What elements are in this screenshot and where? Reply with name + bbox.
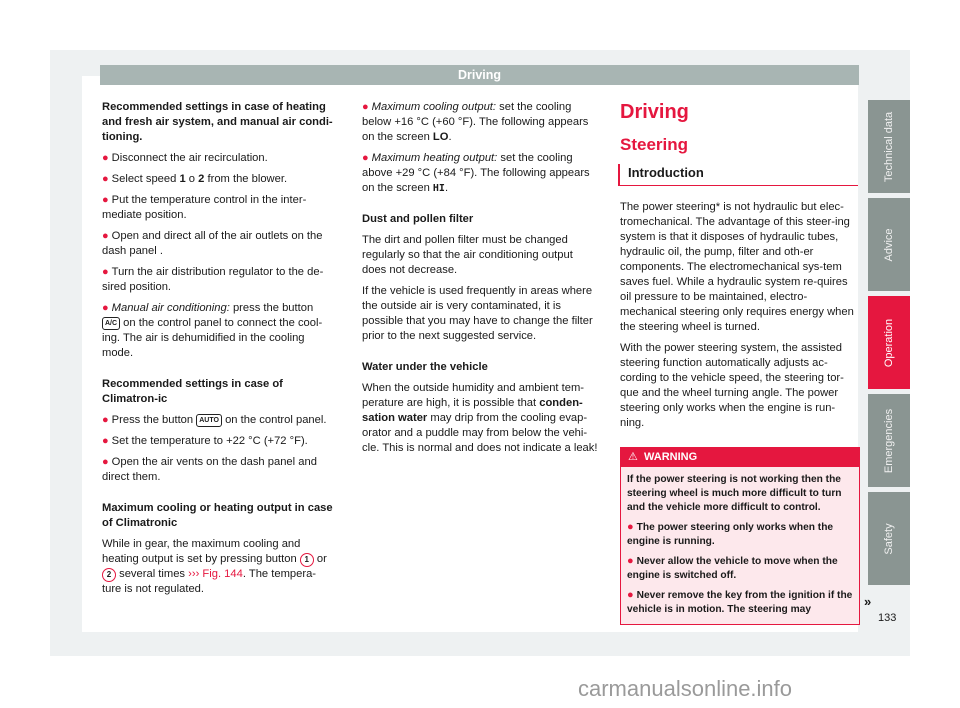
- heading-max-output: Maximum cooling or heating output in cas…: [102, 502, 333, 529]
- paragraph: The dirt and pollen filter must be chang…: [362, 234, 573, 276]
- tab-operation[interactable]: Operation: [868, 296, 910, 389]
- paragraph: The power steering* is not hydraulic but…: [620, 201, 854, 333]
- heading-water: Water under the vehicle: [362, 361, 488, 373]
- heading-dust-filter: Dust and pollen filter: [362, 213, 474, 225]
- continued-icon: »: [864, 594, 872, 609]
- list-item: ● Open the air vents on the dash panel an…: [102, 456, 317, 483]
- warning-header: ⚠ WARNING: [621, 448, 859, 467]
- warning-item: ● Never allow the vehicle to move when th…: [627, 555, 838, 581]
- list-item: ● Disconnect the air recirculation.: [102, 152, 268, 164]
- button-2-icon: 2: [102, 568, 116, 582]
- list-item: ● Maximum heating output: set the cooling…: [362, 152, 590, 194]
- list-item: ● Set the temperature to +22 °C (+72 °F).: [102, 435, 308, 447]
- column-1: Recommended settings in case of heating …: [102, 100, 334, 603]
- paragraph: With the power steering system, the assi…: [620, 342, 844, 429]
- section-subtitle: Steering: [620, 135, 689, 154]
- ac-button-icon: A/C: [102, 317, 121, 330]
- heading-manual-ac: Recommended settings in case of heating …: [102, 101, 333, 143]
- tab-emergencies[interactable]: Emergencies: [868, 394, 910, 487]
- button-1-icon: 1: [299, 553, 314, 567]
- auto-button-icon: AUTO: [196, 414, 222, 427]
- speed-2-icon: 2: [198, 173, 205, 185]
- tab-safety[interactable]: Safety: [868, 492, 910, 585]
- list-item: ● Put the temperature control in the inte…: [102, 194, 307, 221]
- warning-triangle-icon: ⚠: [628, 451, 638, 463]
- chapter-header: Driving: [100, 65, 859, 85]
- section-heading: Introduction: [618, 164, 858, 186]
- heading-climatronic: Recommended settings in case of Climatro…: [102, 378, 283, 405]
- list-item: ● Press the button AUTO on the control pa…: [102, 414, 327, 427]
- warning-item: ● Never remove the key from the ignition …: [627, 589, 853, 615]
- watermark: carmanualsonline.info: [578, 676, 793, 701]
- speed-1-icon: 1: [179, 173, 186, 185]
- page-number: 133: [878, 612, 897, 624]
- list-item: ● Manual air conditioning: press the butt…: [102, 302, 323, 359]
- column-3: Driving Steering Introduction The power …: [618, 100, 860, 625]
- list-item: ● Open and direct all of the air outlets …: [102, 230, 323, 257]
- list-item: ● Maximum cooling output: set the cooling…: [362, 101, 589, 143]
- tab-technical-data[interactable]: Technical data: [868, 100, 910, 193]
- list-item: ● Turn the air distribution regulator to …: [102, 266, 324, 293]
- paragraph: While in gear, the maximum cooling and h…: [102, 538, 327, 595]
- figure-link[interactable]: ››› Fig. 144: [188, 568, 243, 580]
- tab-advice[interactable]: Advice: [868, 198, 910, 291]
- warning-intro: If the power steering is not working the…: [627, 474, 842, 513]
- paragraph: If the vehicle is used frequently in are…: [362, 285, 593, 342]
- section-title: Driving: [620, 101, 689, 123]
- warning-item: ● The power steering only works when the …: [627, 521, 834, 547]
- warning-box: ⚠ WARNING If the power steering is not w…: [620, 447, 860, 625]
- paragraph: When the outside humidity and ambient te…: [362, 382, 598, 454]
- column-2: ● Maximum cooling output: set the cooling…: [362, 100, 598, 462]
- list-item: ● Select speed 1 o 2 from the blower.: [102, 173, 288, 185]
